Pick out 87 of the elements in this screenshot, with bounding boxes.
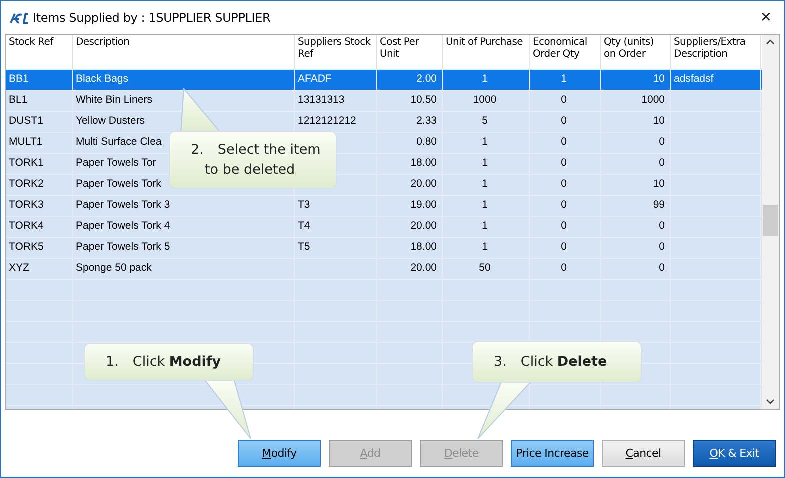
table-cell: TORK2 <box>9 178 44 190</box>
table-cell: 1 <box>482 220 488 232</box>
table-cell: MULT1 <box>9 136 43 148</box>
table-cell: 2.33 <box>416 115 437 127</box>
table-cell: 0 <box>659 157 665 169</box>
table-cell: 1212121212 <box>298 115 356 127</box>
table-cell: 0 <box>659 241 665 253</box>
table-cell: BB1 <box>9 73 29 85</box>
table-cell: 10 <box>653 178 665 190</box>
table-cell: 0 <box>561 262 567 274</box>
dialog-button[interactable]: Price Increase <box>511 440 594 467</box>
table-cell: Paper Towels Tork <box>76 178 162 190</box>
table-cell: 0 <box>659 136 665 148</box>
scrollbar[interactable] <box>762 35 779 409</box>
table-cell: Paper Towels Tor <box>76 157 156 169</box>
table-cell: TORK1 <box>9 157 44 169</box>
dialog-button[interactable]: Modify <box>238 440 321 467</box>
table-cell: T4 <box>298 220 310 232</box>
table-cell: White Bin Liners <box>76 94 152 106</box>
window-title: Items Supplied by : 1SUPPLIER SUPPLIER <box>33 10 272 24</box>
table-cell: BL1 <box>9 94 28 106</box>
table-cell: 1 <box>482 73 488 85</box>
table-cell: 0 <box>659 220 665 232</box>
table-cell: Paper Towels Tork 5 <box>76 241 170 253</box>
table-row[interactable]: BB1 Black Bags AFADF 2.00 1 1 10 adsfadsf <box>6 69 762 90</box>
table-row[interactable]: TORK4 Paper Towels Tork 4 T4 20.00 1 0 0 <box>6 216 762 237</box>
table-cell: 0.80 <box>416 136 437 148</box>
table-cell: 13131313 <box>298 94 345 106</box>
table-cell: 0 <box>561 94 567 106</box>
table-cell: 2.00 <box>416 73 437 85</box>
table-cell: 1000 <box>642 94 665 106</box>
close-button[interactable]: ✕ <box>756 10 776 26</box>
table-cell: T5 <box>298 241 310 253</box>
table-cell: 0 <box>659 262 665 274</box>
table-cell: 1 <box>482 157 488 169</box>
table-cell: XYZ <box>9 262 30 274</box>
table-cell: Sponge 50 pack <box>76 262 152 274</box>
table-cell: 19.00 <box>410 199 437 211</box>
table-cell: 1 <box>561 73 567 85</box>
table-cell: 0 <box>561 157 567 169</box>
table-cell: 0 <box>561 199 567 211</box>
table-cell: 99 <box>653 199 665 211</box>
step-number: 1. <box>106 354 119 370</box>
table-cell: 18.00 <box>410 157 437 169</box>
table-cell: Black Bags <box>76 73 129 85</box>
table-cell: T3 <box>298 199 310 211</box>
table-cell: 20.00 <box>410 220 437 232</box>
table-cell: Paper Towels Tork 3 <box>76 199 170 211</box>
table-cell: 1 <box>482 136 488 148</box>
table-cell: 0 <box>561 136 567 148</box>
table-cell: 0 <box>561 178 567 190</box>
table-cell: 18.00 <box>410 241 437 253</box>
table-cell: 0 <box>561 241 567 253</box>
table-cell: 1 <box>482 199 488 211</box>
table-cell: TORK4 <box>9 220 44 232</box>
dialog-button[interactable]: Cancel <box>602 440 685 467</box>
table-cell: 1000 <box>473 94 497 106</box>
table-cell: 5 <box>482 115 488 127</box>
scroll-thumb[interactable] <box>763 205 778 236</box>
step-instruction: Click Delete <box>520 354 608 370</box>
table-cell: 20.00 <box>410 178 437 190</box>
table-cell: TORK3 <box>9 199 44 211</box>
table-cell: Yellow Dusters <box>76 115 146 127</box>
table-cell: 20.00 <box>410 262 437 274</box>
table-cell: 1 <box>482 241 488 253</box>
scroll-up-icon[interactable] <box>766 39 775 45</box>
table-cell: 10 <box>653 115 665 127</box>
table-cell: 1 <box>482 178 488 190</box>
table-cell: TORK5 <box>9 241 44 253</box>
table-cell: 0 <box>561 220 567 232</box>
table-cell: adsfadsf <box>674 73 714 85</box>
table-cell: DUST1 <box>9 115 44 127</box>
table-cell: 10.50 <box>410 94 437 106</box>
table-cell: 0 <box>561 115 567 127</box>
app-logo-icon <box>9 12 29 24</box>
step-number: 3. <box>494 354 507 370</box>
table-row[interactable]: TORK5 Paper Towels Tork 5 T5 18.00 1 0 0 <box>6 237 762 258</box>
scroll-down-icon[interactable] <box>766 399 775 405</box>
table-row[interactable]: TORK3 Paper Towels Tork 3 T3 19.00 1 0 99 <box>6 195 762 216</box>
table-cell: Paper Towels Tork 4 <box>76 220 170 232</box>
table-cell: 50 <box>479 262 491 274</box>
step-instruction: Click Modify <box>132 354 222 370</box>
table-cell: AFADF <box>298 73 332 85</box>
table-cell: 10 <box>653 73 665 85</box>
table-cell: Multi Surface Clea <box>76 136 162 148</box>
dialog-button[interactable]: OK & Exit <box>693 440 776 467</box>
table-row[interactable]: XYZ Sponge 50 pack 20.00 50 0 0 <box>6 258 762 279</box>
